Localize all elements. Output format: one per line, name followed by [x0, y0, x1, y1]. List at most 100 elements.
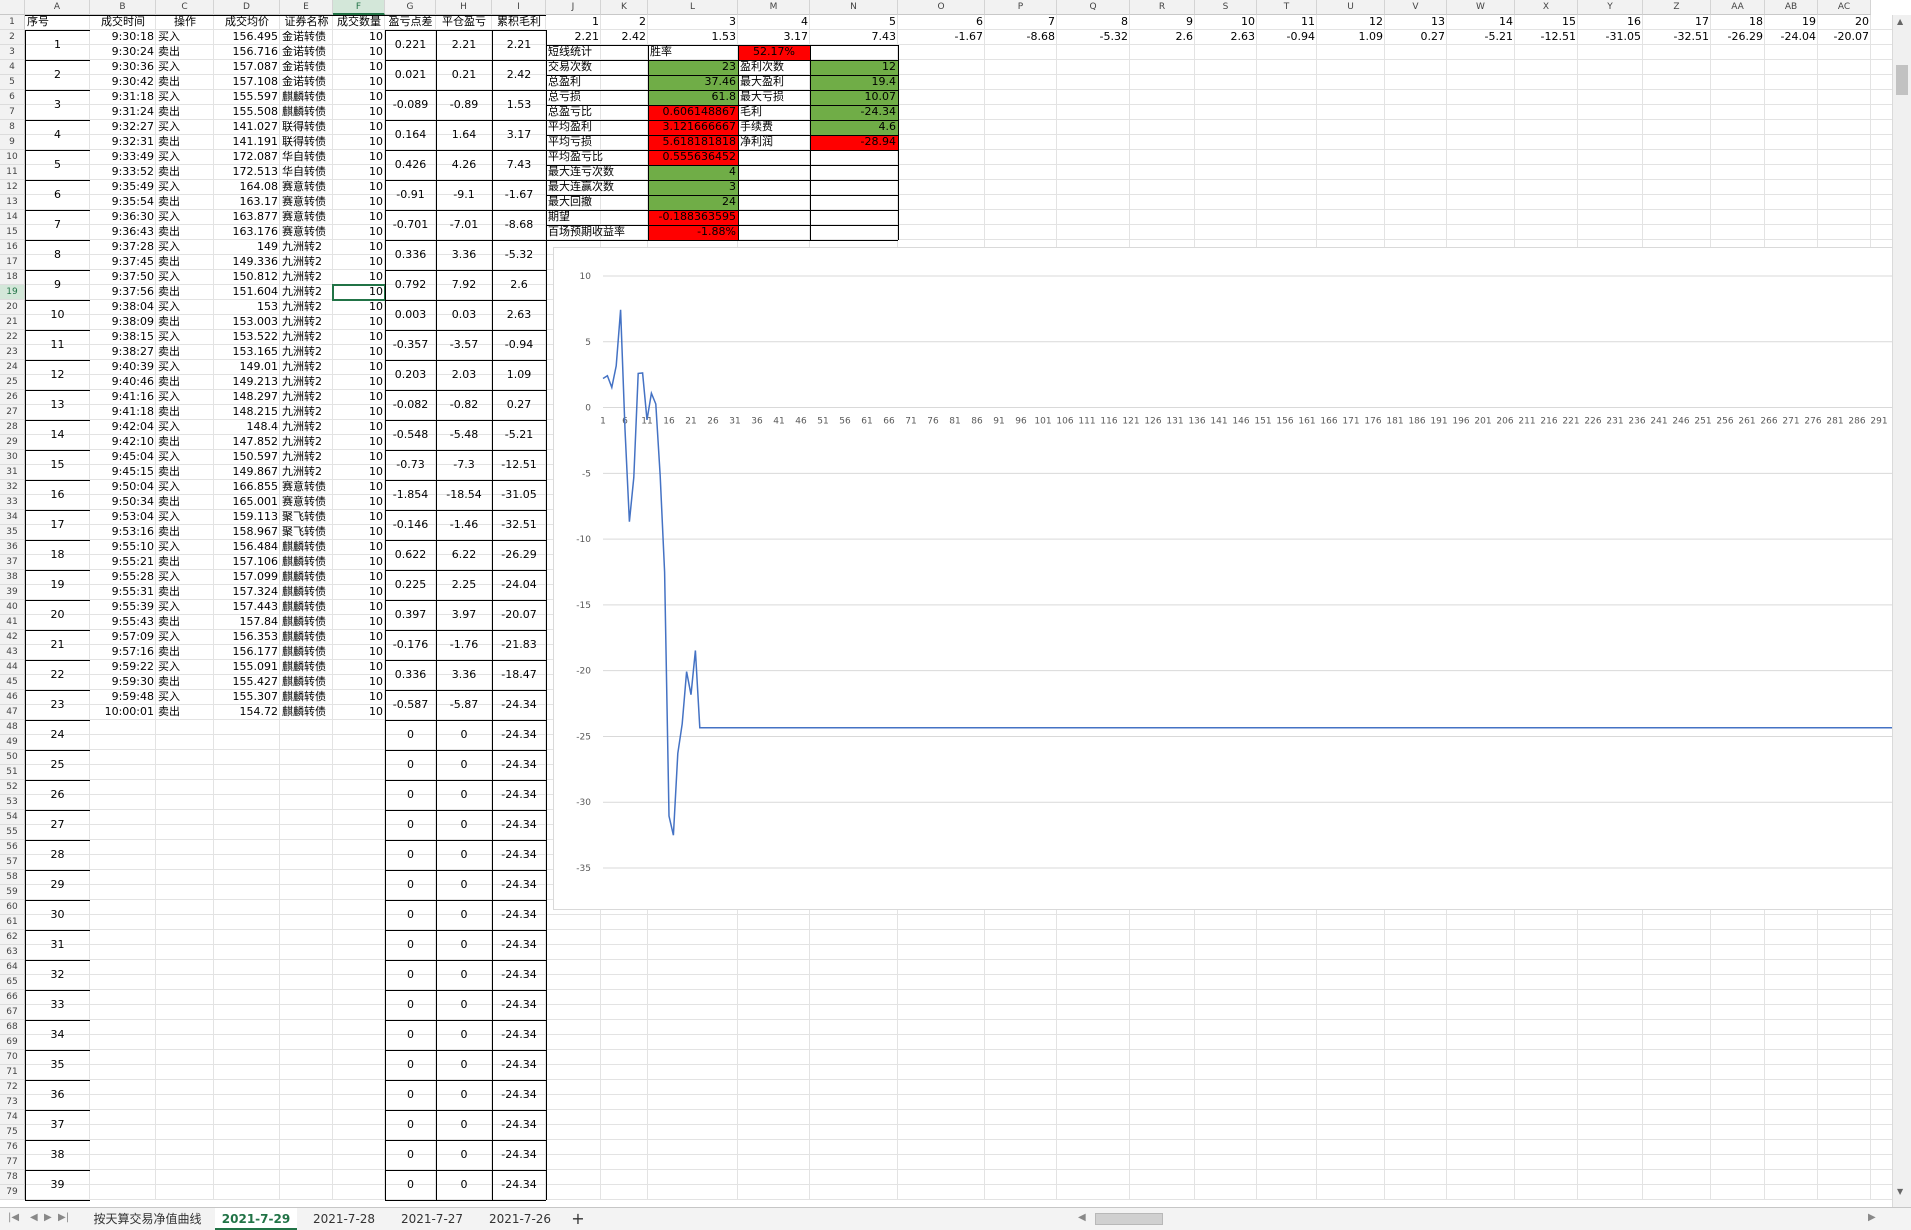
trade-price-cell[interactable]: 165.001	[214, 495, 280, 510]
trade-qty-cell[interactable]: 10	[333, 540, 385, 555]
cumulative-gross-cell[interactable]: 1.53	[492, 90, 546, 120]
trade-qty-cell[interactable]: 10	[333, 105, 385, 120]
close-pnl-cell[interactable]: 7.92	[436, 270, 492, 300]
security-name-cell[interactable]: 麒麟转债	[280, 675, 333, 690]
trade-qty-cell[interactable]: 10	[333, 210, 385, 225]
pnl-points-cell[interactable]: 0.397	[385, 600, 436, 630]
trade-index-cell[interactable]: 29	[25, 870, 90, 900]
security-name-cell[interactable]: 华自转债	[280, 165, 333, 180]
trade-qty-cell[interactable]: 10	[333, 705, 385, 720]
trade-action-cell[interactable]: 买入	[156, 600, 214, 615]
stat-value-cell[interactable]: 24	[648, 195, 738, 210]
cumulative-gross-cell[interactable]: -0.94	[492, 330, 546, 360]
trade-action-cell[interactable]: 卖出	[156, 75, 214, 90]
trade-action-cell[interactable]: 买入	[156, 180, 214, 195]
security-name-cell[interactable]: 金诺转债	[280, 60, 333, 75]
row1-number-cell[interactable]: 11	[1257, 15, 1317, 30]
trade-qty-cell[interactable]: 10	[333, 645, 385, 660]
row-header[interactable]: 59	[0, 885, 25, 900]
trade-qty-cell[interactable]: 10	[333, 315, 385, 330]
stat-label-cell[interactable]: 盈利次数	[738, 60, 810, 75]
close-pnl-cell[interactable]: -9.1	[436, 180, 492, 210]
cumulative-gross-cell[interactable]: -24.34	[492, 990, 546, 1020]
row2-value-cell[interactable]: 2.63	[1195, 30, 1257, 45]
security-name-cell[interactable]: 麒麟转债	[280, 570, 333, 585]
cumulative-gross-cell[interactable]: -24.34	[492, 810, 546, 840]
trade-price-cell[interactable]: 149	[214, 240, 280, 255]
trade-time-cell[interactable]: 9:30:36	[90, 60, 156, 75]
trade-time-cell[interactable]: 10:00:01	[90, 705, 156, 720]
trade-price-cell[interactable]: 141.027	[214, 120, 280, 135]
row2-value-cell[interactable]: 3.17	[738, 30, 810, 45]
trade-index-cell[interactable]: 36	[25, 1080, 90, 1110]
cumulative-gross-cell[interactable]: 7.43	[492, 150, 546, 180]
row2-value-cell[interactable]: -5.32	[1057, 30, 1130, 45]
row-header[interactable]: 19	[0, 285, 25, 300]
security-name-cell[interactable]: 聚飞转债	[280, 525, 333, 540]
cumulative-gross-cell[interactable]: -24.34	[492, 1020, 546, 1050]
stat-label-cell[interactable]: 总盈亏比	[546, 105, 648, 120]
trade-action-cell[interactable]: 买入	[156, 210, 214, 225]
row-header[interactable]: 10	[0, 150, 25, 165]
trade-price-cell[interactable]: 157.108	[214, 75, 280, 90]
column-header[interactable]: F	[333, 0, 385, 15]
row2-value-cell[interactable]: -0.94	[1257, 30, 1317, 45]
tab-2021-7-26[interactable]: 2021-7-26	[476, 1208, 564, 1230]
row-header[interactable]: 74	[0, 1110, 25, 1125]
column-header[interactable]: AC	[1818, 0, 1871, 15]
cumulative-gross-cell[interactable]: -5.21	[492, 420, 546, 450]
close-pnl-cell[interactable]: -7.01	[436, 210, 492, 240]
cumulative-gross-cell[interactable]: -24.34	[492, 1140, 546, 1170]
row-header[interactable]: 12	[0, 180, 25, 195]
trade-qty-cell[interactable]: 10	[333, 180, 385, 195]
security-name-cell[interactable]: 麒麟转债	[280, 90, 333, 105]
cumulative-gross-cell[interactable]: 2.21	[492, 30, 546, 60]
column-header[interactable]: AB	[1765, 0, 1818, 15]
trade-price-cell[interactable]: 150.597	[214, 450, 280, 465]
trade-price-cell[interactable]: 153.165	[214, 345, 280, 360]
trade-price-cell[interactable]: 156.353	[214, 630, 280, 645]
pnl-points-cell[interactable]: -0.548	[385, 420, 436, 450]
trade-time-cell[interactable]: 9:55:43	[90, 615, 156, 630]
stat-value-cell[interactable]: 19.4	[810, 75, 898, 90]
row2-value-cell[interactable]: 1.53	[648, 30, 738, 45]
cumulative-gross-cell[interactable]: 3.17	[492, 120, 546, 150]
trade-qty-cell[interactable]: 10	[333, 600, 385, 615]
stat-label-cell[interactable]: 最大回撤	[546, 195, 648, 210]
row-header[interactable]: 73	[0, 1095, 25, 1110]
pnl-points-cell[interactable]: 0.164	[385, 120, 436, 150]
row-header[interactable]: 27	[0, 405, 25, 420]
close-pnl-cell[interactable]: 1.64	[436, 120, 492, 150]
trade-action-cell[interactable]: 卖出	[156, 555, 214, 570]
security-name-cell[interactable]: 赛意转债	[280, 210, 333, 225]
pnl-points-cell[interactable]: 0.426	[385, 150, 436, 180]
close-pnl-cell[interactable]: 6.22	[436, 540, 492, 570]
pnl-points-cell[interactable]: -0.089	[385, 90, 436, 120]
trade-action-cell[interactable]: 卖出	[156, 675, 214, 690]
spreadsheet-grid[interactable]: A B C D E F G H I J K L M N O P Q R S T U V W X Y Z AA AB AC 1234567…	[0, 0, 1911, 1207]
trade-action-cell[interactable]: 卖出	[156, 615, 214, 630]
trade-time-cell[interactable]: 9:30:18	[90, 30, 156, 45]
stat-label-cell[interactable]: 百场预期收益率	[546, 225, 648, 240]
row2-value-cell[interactable]: -24.04	[1765, 30, 1818, 45]
scroll-down-arrow[interactable]: ▼	[1897, 1187, 1903, 1196]
pnl-points-cell[interactable]: 0	[385, 930, 436, 960]
row-header[interactable]: 31	[0, 465, 25, 480]
security-name-cell[interactable]: 九洲转2	[280, 255, 333, 270]
security-name-cell[interactable]: 九洲转2	[280, 285, 333, 300]
row2-value-cell[interactable]: -32.51	[1643, 30, 1711, 45]
cumulative-gross-cell[interactable]: -24.34	[492, 720, 546, 750]
trade-index-cell[interactable]: 9	[25, 270, 90, 300]
close-pnl-cell[interactable]: 0	[436, 840, 492, 870]
trade-time-cell[interactable]: 9:41:18	[90, 405, 156, 420]
hscroll-left-icon[interactable]: ◀	[1078, 1212, 1086, 1223]
column-header[interactable]: K	[601, 0, 648, 15]
cumulative-gross-cell[interactable]: -24.34	[492, 690, 546, 720]
row1-number-cell[interactable]: 8	[1057, 15, 1130, 30]
security-name-cell[interactable]: 华自转债	[280, 150, 333, 165]
trade-time-cell[interactable]: 9:37:56	[90, 285, 156, 300]
column-header[interactable]: G	[385, 0, 436, 15]
trade-index-cell[interactable]: 3	[25, 90, 90, 120]
trade-qty-cell[interactable]: 10	[333, 555, 385, 570]
row1-number-cell[interactable]: 7	[985, 15, 1057, 30]
